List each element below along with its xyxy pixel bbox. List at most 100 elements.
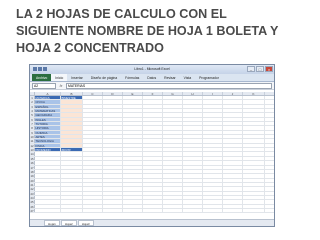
grid-cell[interactable]: ESPAÑOL <box>35 104 61 109</box>
grid-cell[interactable] <box>83 169 103 174</box>
grid-cell[interactable] <box>163 117 183 122</box>
grid-cell[interactable] <box>243 169 265 174</box>
grid-cell[interactable] <box>143 139 163 143</box>
grid-cell[interactable] <box>61 178 83 182</box>
grid-cell[interactable] <box>163 109 183 113</box>
grid-cell[interactable] <box>163 208 183 213</box>
ribbon-tab[interactable]: Vista <box>180 74 195 81</box>
grid-cell[interactable] <box>83 156 103 161</box>
column-header[interactable]: J <box>223 92 243 96</box>
sheet-tab[interactable]: Hoja3 <box>77 220 94 226</box>
grid-cell[interactable] <box>163 169 183 174</box>
minimize-icon[interactable]: – <box>247 66 255 72</box>
grid-cell[interactable] <box>223 156 243 161</box>
grid-cell[interactable] <box>83 139 103 143</box>
grid-cell[interactable]: MATEMATICAS <box>35 109 61 113</box>
grid-cell[interactable] <box>123 195 143 200</box>
grid-cell[interactable]: PROMEDIO <box>35 148 61 152</box>
grid-cell[interactable] <box>103 100 123 104</box>
grid-cell[interactable] <box>183 204 203 208</box>
grid-cell[interactable] <box>183 126 203 130</box>
grid-cell[interactable] <box>203 139 223 143</box>
grid-cell[interactable] <box>35 165 61 169</box>
grid-cell[interactable] <box>123 174 143 178</box>
grid-cell[interactable] <box>203 169 223 174</box>
grid-cell[interactable] <box>123 117 143 122</box>
grid-cell[interactable] <box>163 161 183 165</box>
grid-cell[interactable] <box>203 187 223 191</box>
grid-cell[interactable] <box>83 109 103 113</box>
grid-cell[interactable] <box>61 135 83 139</box>
column-header[interactable]: I <box>203 92 223 96</box>
grid-cell[interactable] <box>143 182 163 187</box>
maximize-icon[interactable]: □ <box>256 66 264 72</box>
grid-cell[interactable] <box>103 130 123 135</box>
grid-cell[interactable] <box>83 104 103 109</box>
grid-cell[interactable] <box>203 104 223 109</box>
grid-cell[interactable] <box>35 182 61 187</box>
grid-cell[interactable] <box>223 126 243 130</box>
grid-cell[interactable] <box>203 156 223 161</box>
grid-cell[interactable] <box>123 152 143 156</box>
ribbon-tab[interactable]: Datos <box>143 74 160 81</box>
grid-cell[interactable] <box>203 122 223 126</box>
grid-cell[interactable] <box>143 204 163 208</box>
grid-cell[interactable] <box>103 148 123 152</box>
grid-cell[interactable] <box>103 122 123 126</box>
grid-cell[interactable] <box>163 165 183 169</box>
ribbon-tab[interactable]: Insertar <box>67 74 87 81</box>
grid-cell[interactable] <box>163 113 183 117</box>
grid-cell[interactable] <box>103 113 123 117</box>
grid-cell[interactable] <box>203 109 223 113</box>
grid-cell[interactable] <box>223 178 243 182</box>
grid-cell[interactable] <box>163 187 183 191</box>
grid-cell[interactable] <box>223 204 243 208</box>
grid-cell[interactable] <box>183 161 203 165</box>
grid-cell[interactable] <box>243 135 265 139</box>
grid-cell[interactable] <box>61 200 83 204</box>
grid-cell[interactable] <box>183 208 203 213</box>
grid-cell[interactable] <box>61 117 83 122</box>
grid-cell[interactable] <box>103 161 123 165</box>
ribbon-tab[interactable]: Revisar <box>160 74 180 81</box>
grid-cell[interactable]: QUIMICA <box>35 130 61 135</box>
grid-cell[interactable] <box>83 165 103 169</box>
grid-cell[interactable] <box>61 182 83 187</box>
grid-cell[interactable] <box>123 143 143 148</box>
grid-cell[interactable] <box>35 208 61 213</box>
grid-cell[interactable] <box>35 169 61 174</box>
grid-cell[interactable] <box>143 143 163 148</box>
grid-cell[interactable] <box>243 148 265 152</box>
grid-cell[interactable] <box>103 165 123 169</box>
grid-cell[interactable] <box>103 135 123 139</box>
grid-cell[interactable] <box>61 208 83 213</box>
grid-cell[interactable] <box>223 104 243 109</box>
grid-cell[interactable] <box>103 208 123 213</box>
grid-cell[interactable] <box>123 178 143 182</box>
column-header[interactable]: H <box>183 92 203 96</box>
grid-cell[interactable] <box>123 208 143 213</box>
grid-cell[interactable] <box>143 195 163 200</box>
grid-cell[interactable] <box>243 100 265 104</box>
grid-cell[interactable] <box>223 191 243 195</box>
grid-cell[interactable] <box>183 178 203 182</box>
grid-cell[interactable] <box>183 135 203 139</box>
grid-cell[interactable] <box>143 187 163 191</box>
grid-cell[interactable] <box>61 113 83 117</box>
grid-cell[interactable]: TECNOLOGIA <box>35 139 61 143</box>
grid-cell[interactable] <box>123 187 143 191</box>
grid-cell[interactable] <box>163 182 183 187</box>
grid-cell[interactable] <box>103 200 123 204</box>
grid-cell[interactable] <box>103 174 123 178</box>
grid-cell[interactable] <box>183 139 203 143</box>
grid-cell[interactable] <box>83 100 103 104</box>
grid-cell[interactable]: BIMESTRE <box>61 96 83 100</box>
ribbon-tab[interactable]: Inicio <box>51 74 68 81</box>
grid-cell[interactable] <box>203 100 223 104</box>
grid-cell[interactable] <box>103 204 123 208</box>
grid-cell[interactable] <box>223 148 243 152</box>
grid-cell[interactable] <box>183 165 203 169</box>
grid-cell[interactable] <box>223 135 243 139</box>
grid-cell[interactable] <box>243 156 265 161</box>
grid-cell[interactable] <box>163 191 183 195</box>
